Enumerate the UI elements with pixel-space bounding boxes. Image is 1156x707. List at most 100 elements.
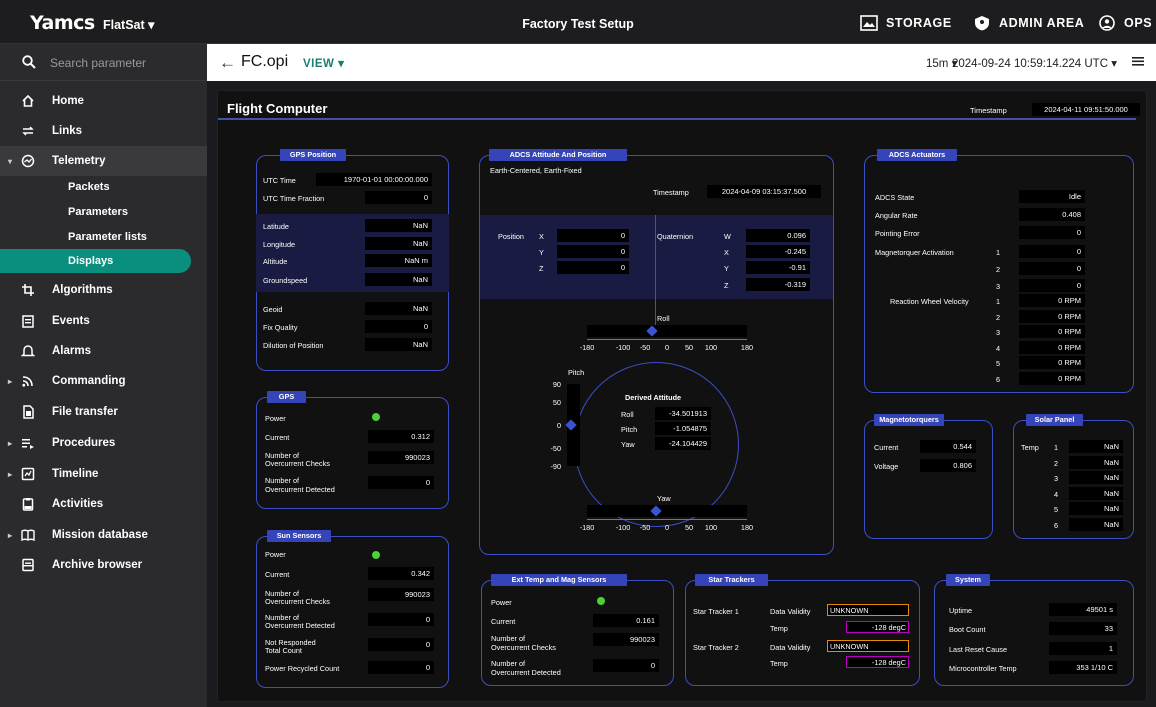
reaction-wheel-label: Reaction Wheel Velocity xyxy=(890,297,969,306)
algorithms-icon xyxy=(22,284,34,296)
sidebar-item-home[interactable]: Home xyxy=(0,86,207,116)
rw-index-1: 1 xyxy=(996,297,1001,306)
mcu-temp-label: Microcontroller Temp xyxy=(949,664,1017,673)
sidebar-item-commanding[interactable]: ▸ Commanding xyxy=(0,366,207,396)
sun-prc-label: Power Recycled Count xyxy=(265,664,340,673)
sidebar-item-file-transfer[interactable]: File transfer xyxy=(0,397,207,427)
sidebar-item-algorithms[interactable]: Algorithms xyxy=(0,275,207,305)
solar-temp-value-3: NaN xyxy=(1069,471,1123,484)
utc-fraction-value: 0 xyxy=(365,191,432,204)
yamcs-logo[interactable]: Yamcs xyxy=(30,12,95,34)
sidebar-item-timeline[interactable]: ▸ Timeline xyxy=(0,459,207,489)
solar-panel-title: Solar Panel xyxy=(1026,414,1083,426)
expand-caret-icon[interactable]: ▾ xyxy=(8,157,12,166)
roll-slider-tick-2: -50 xyxy=(639,343,651,352)
longitude-label: Longitude xyxy=(263,240,296,249)
sun-ocd-label-2: Overcurrent Detected xyxy=(265,621,335,630)
pos-z-value: 0 xyxy=(557,261,629,274)
roll-slider-tick-0: -180 xyxy=(579,343,595,352)
sidebar-subitem-parameter-lists[interactable]: Parameter lists xyxy=(0,225,207,249)
sun-current-label: Current xyxy=(265,570,290,579)
pos-y-label: Y xyxy=(539,248,544,257)
quat-y-value: -0.91 xyxy=(746,261,810,274)
uptime-value: 49501 s xyxy=(1049,603,1117,616)
roll-slider-label: Roll xyxy=(657,314,670,323)
pos-x-label: X xyxy=(539,232,544,241)
ops-button[interactable]: OPS xyxy=(1098,15,1152,31)
back-arrow-icon[interactable]: ← xyxy=(219,53,236,73)
sidebar-item-archive-browser[interactable]: Archive browser xyxy=(0,550,207,580)
search-input[interactable] xyxy=(50,53,200,73)
ext-current-value: 0.161 xyxy=(593,614,659,627)
rw-value-5: 0 RPM xyxy=(1019,356,1085,369)
sidebar-item-activities[interactable]: Activities xyxy=(0,489,207,519)
title-divider xyxy=(218,118,1136,120)
sidebar-item-alarms[interactable]: Alarms xyxy=(0,336,207,366)
rw-value-1: 0 RPM xyxy=(1019,294,1085,307)
solar-temp-label: Temp xyxy=(1021,443,1039,452)
uptime-label: Uptime xyxy=(949,606,973,615)
gps-ocd-label-1: Number of xyxy=(265,476,300,485)
solar-index-5: 5 xyxy=(1054,505,1059,514)
expand-caret-icon[interactable]: ▸ xyxy=(8,377,12,386)
solar-temp-value-5: NaN xyxy=(1069,502,1123,515)
solar-temp-value-1: NaN xyxy=(1069,440,1123,453)
adcs-actuators-title: ADCS Actuators xyxy=(877,149,957,161)
solar-temp-value-4: NaN xyxy=(1069,486,1123,500)
telemetry-icon xyxy=(21,154,35,168)
rw-index-4: 4 xyxy=(996,343,1001,353)
ext-ocd-value: 0 xyxy=(593,659,659,672)
pitch-value-label: Pitch xyxy=(621,425,638,434)
gps-power-led xyxy=(372,413,380,421)
pointing-error-label: Pointing Error xyxy=(875,229,920,238)
magnetotorquers-panel xyxy=(864,420,993,539)
sidebar-item-procedures[interactable]: ▸ Procedures xyxy=(0,428,207,458)
quat-z-label: Z xyxy=(724,281,729,290)
instance-selector[interactable]: FlatSat ▾ xyxy=(103,17,154,32)
ext-occ-label-1: Number of xyxy=(491,634,526,643)
st2-validity-value: UNKNOWN xyxy=(827,640,909,652)
roll-slider-minor-ticks xyxy=(587,337,747,340)
expand-caret-icon[interactable]: ▸ xyxy=(8,470,12,479)
rw-index-5: 5 xyxy=(996,359,1001,368)
sidebar-subitem-packets[interactable]: Packets xyxy=(0,175,207,199)
solar-index-2: 2 xyxy=(1054,458,1059,468)
display-filename: FC.opi xyxy=(241,53,289,70)
sidebar-item-events[interactable]: Events xyxy=(0,306,207,336)
rw-value-3: 0 RPM xyxy=(1019,325,1085,338)
menu-icon[interactable] xyxy=(1131,54,1145,68)
adcs-frame-label: Earth-Centered, Earth-Fixed xyxy=(490,166,582,175)
sidebar-subitem-parameters[interactable]: Parameters xyxy=(0,200,207,224)
st2-temp-value: -128 degC xyxy=(846,656,909,668)
solar-index-3: 3 xyxy=(1054,474,1059,483)
gps-position-title: GPS Position xyxy=(280,149,346,161)
latitude-value: NaN xyxy=(365,219,432,232)
utc-fraction-label: UTC Time Fraction xyxy=(263,194,325,203)
admin-area-button[interactable]: ADMIN AREA xyxy=(973,15,1084,31)
sidebar-subitem-displays[interactable]: Displays xyxy=(0,249,191,273)
adcs-attitude-title: ADCS Attitude And Position xyxy=(489,149,627,161)
view-menu-button[interactable]: VIEW ▾ xyxy=(303,56,344,70)
sidebar-item-label: Algorithms xyxy=(52,284,113,296)
sidebar-item-links[interactable]: Links xyxy=(0,116,207,146)
expand-caret-icon[interactable]: ▸ xyxy=(8,439,12,448)
sidebar-item-mission-database[interactable]: ▸ Mission database xyxy=(0,520,207,550)
geoid-label: Geoid xyxy=(263,305,283,314)
quat-z-value: -0.319 xyxy=(746,278,810,291)
pitch-tick-2: 0 xyxy=(556,421,561,430)
pitch-tick-3: -50 xyxy=(550,444,561,453)
pitch-slider-label: Pitch xyxy=(568,368,585,377)
mission-time-selector[interactable]: 2024-09-24 10:59:14.224 UTC ▾ xyxy=(952,56,1117,70)
sidebar-item-telemetry[interactable]: ▾ Telemetry xyxy=(0,146,207,176)
roll-slider-tick-5: 100 xyxy=(704,343,718,352)
adcs-timestamp-value: 2024-04-09 03:15:37.500 xyxy=(707,185,821,198)
expand-caret-icon[interactable]: ▸ xyxy=(8,531,12,540)
gps-current-value: 0.312 xyxy=(368,430,434,443)
sidebar-item-label: Procedures xyxy=(52,437,116,449)
sun-ocd-value: 0 xyxy=(368,613,434,626)
activities-icon xyxy=(22,498,34,511)
storage-button[interactable]: STORAGE xyxy=(860,15,952,31)
rw-index-6: 6 xyxy=(996,374,1001,384)
roll-slider-tick-3: 0 xyxy=(664,343,670,352)
yaw-slider-tick-0: -180 xyxy=(579,523,595,532)
